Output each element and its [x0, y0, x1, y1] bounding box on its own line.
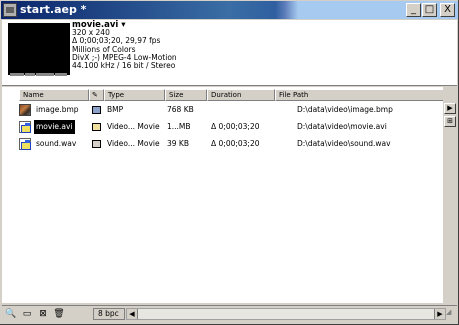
- column-header-duration[interactable]: Duration: [207, 89, 275, 101]
- item-type: Video... Movie: [107, 122, 160, 131]
- color-depth-button[interactable]: 8 bpc: [93, 308, 125, 320]
- item-file-path: D:\data\video\sound.wav: [297, 139, 391, 148]
- table-row[interactable]: image.bmp BMP 768 KB D:\data\video\image…: [19, 103, 443, 117]
- project-item-list: Name ✎ Type Size Duration File Path imag…: [2, 87, 443, 303]
- project-window: start.aep * _ □ X movie.avi ▾ 320 x 240 …: [0, 0, 459, 325]
- item-duration: Δ 0;00;03;20: [211, 139, 260, 148]
- flowchart-icon[interactable]: ⊞: [444, 116, 456, 127]
- footage-audio: 44.100 kHz / 16 bit / Stereo: [72, 61, 176, 71]
- horizontal-scrollbar[interactable]: ◀ ▶: [126, 308, 446, 320]
- label-color-swatch[interactable]: [92, 140, 101, 148]
- item-name[interactable]: image.bmp: [36, 103, 79, 117]
- bottom-toolbar: 🔍 ▭ ⊠ 🗑 8 bpc ◀ ▶: [2, 305, 457, 322]
- maximize-button[interactable]: □: [422, 3, 437, 17]
- item-file-path: D:\data\video\movie.avi: [297, 122, 387, 131]
- minimize-button[interactable]: _: [406, 3, 421, 17]
- item-name[interactable]: movie.avi: [34, 120, 75, 134]
- column-header-file-path[interactable]: File Path: [275, 89, 443, 101]
- new-folder-icon[interactable]: ▭: [21, 308, 33, 320]
- label-color-swatch[interactable]: [92, 123, 101, 131]
- new-composition-icon[interactable]: ⊠: [37, 308, 49, 320]
- scroll-left-icon[interactable]: ◀: [127, 309, 138, 319]
- thumbnail-caption: [10, 67, 68, 76]
- footage-preview: movie.avi ▾ 320 x 240 Δ 0;00;03;20, 29,9…: [2, 20, 457, 86]
- video-file-icon: [19, 121, 31, 133]
- find-icon[interactable]: 🔍: [5, 308, 17, 320]
- image-file-icon: [19, 104, 31, 116]
- item-size: 1...MB: [167, 122, 191, 131]
- item-type: BMP: [107, 105, 124, 114]
- column-header-name[interactable]: Name: [19, 89, 89, 101]
- table-row[interactable]: movie.avi Video... Movie 1...MB Δ 0;00;0…: [19, 120, 443, 134]
- item-name[interactable]: sound.wav: [36, 137, 76, 151]
- column-header-size[interactable]: Size: [165, 89, 207, 101]
- column-header-type[interactable]: Type: [104, 89, 165, 101]
- title-bar[interactable]: start.aep * _ □ X: [1, 1, 458, 19]
- table-row[interactable]: sound.wav Video... Movie 39 KB Δ 0;00;03…: [19, 137, 443, 151]
- footage-info: movie.avi ▾ 320 x 240 Δ 0;00;03;20, 29,9…: [72, 21, 177, 70]
- item-size: 39 KB: [167, 139, 189, 148]
- item-type: Video... Movie: [107, 139, 160, 148]
- panel-menu-arrow-icon[interactable]: ▶: [444, 103, 456, 114]
- preview-thumbnail: [8, 23, 70, 76]
- column-header-label[interactable]: ✎: [89, 89, 104, 101]
- audio-file-icon: [19, 138, 31, 150]
- item-file-path: D:\data\video\image.bmp: [297, 105, 393, 114]
- trash-icon[interactable]: 🗑: [53, 308, 65, 320]
- list-header: Name ✎ Type Size Duration File Path: [19, 89, 443, 101]
- item-duration: Δ 0;00;03;20: [211, 122, 260, 131]
- label-color-swatch[interactable]: [92, 106, 101, 114]
- item-size: 768 KB: [167, 105, 194, 114]
- scroll-right-icon[interactable]: ▶: [434, 309, 445, 319]
- resize-grip-icon[interactable]: ◢: [446, 308, 456, 318]
- close-button[interactable]: X: [440, 3, 455, 17]
- project-window-icon: [3, 3, 17, 17]
- window-title: start.aep *: [20, 3, 87, 16]
- side-panel: ▶ ⊞: [443, 87, 457, 303]
